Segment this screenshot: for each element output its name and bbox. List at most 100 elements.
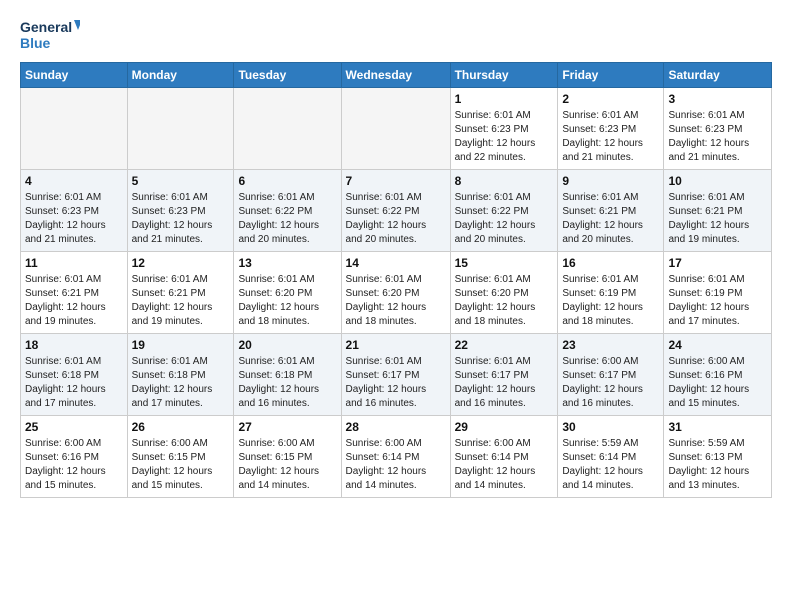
cell-info-text: Sunrise: 6:01 AM Sunset: 6:23 PM Dayligh… (132, 191, 230, 247)
cell-2-4: 15 Sunrise: 6:01 AM Sunset: 6:20 PM Dayli… (450, 252, 558, 334)
cell-date-number: 3 (668, 91, 767, 107)
cell-date-number: 26 (132, 419, 230, 435)
cell-date-number: 5 (132, 173, 230, 189)
cell-info-text: Sunrise: 6:01 AM Sunset: 6:20 PM Dayligh… (455, 273, 554, 329)
cell-date-number: 2 (562, 91, 659, 107)
cell-info-text: Sunrise: 6:00 AM Sunset: 6:16 PM Dayligh… (25, 437, 123, 493)
header-monday: Monday (127, 63, 234, 88)
logo-svg: General Blue (20, 16, 80, 54)
cell-0-1 (127, 88, 234, 170)
header-friday: Friday (558, 63, 664, 88)
cell-2-1: 12 Sunrise: 6:01 AM Sunset: 6:21 PM Dayli… (127, 252, 234, 334)
cell-info-text: Sunrise: 6:01 AM Sunset: 6:19 PM Dayligh… (668, 273, 767, 329)
cell-info-text: Sunrise: 5:59 AM Sunset: 6:13 PM Dayligh… (668, 437, 767, 493)
cell-info-text: Sunrise: 6:01 AM Sunset: 6:23 PM Dayligh… (562, 109, 659, 165)
cell-4-3: 28 Sunrise: 6:00 AM Sunset: 6:14 PM Dayli… (341, 416, 450, 498)
cell-1-0: 4Sunrise: 6:01 AM Sunset: 6:23 PM Daylig… (21, 170, 128, 252)
svg-text:General: General (20, 19, 72, 35)
cell-4-2: 27 Sunrise: 6:00 AM Sunset: 6:15 PM Dayli… (234, 416, 341, 498)
cell-info-text: Sunrise: 6:01 AM Sunset: 6:22 PM Dayligh… (455, 191, 554, 247)
cell-info-text: Sunrise: 6:01 AM Sunset: 6:20 PM Dayligh… (346, 273, 446, 329)
cell-info-text: Sunrise: 6:01 AM Sunset: 6:21 PM Dayligh… (668, 191, 767, 247)
cell-info-text: Sunrise: 6:00 AM Sunset: 6:15 PM Dayligh… (238, 437, 336, 493)
cell-1-6: 10 Sunrise: 6:01 AM Sunset: 6:21 PM Dayli… (664, 170, 772, 252)
cell-3-0: 18 Sunrise: 6:01 AM Sunset: 6:18 PM Dayli… (21, 334, 128, 416)
cell-date-number: 20 (238, 337, 336, 353)
cell-3-5: 23 Sunrise: 6:00 AM Sunset: 6:17 PM Dayli… (558, 334, 664, 416)
cell-date-number: 9 (562, 173, 659, 189)
cell-date-number: 10 (668, 173, 767, 189)
cell-info-text: Sunrise: 6:00 AM Sunset: 6:15 PM Dayligh… (132, 437, 230, 493)
cell-date-number: 11 (25, 255, 123, 271)
cell-info-text: Sunrise: 6:01 AM Sunset: 6:17 PM Dayligh… (455, 355, 554, 411)
cell-date-number: 18 (25, 337, 123, 353)
cell-info-text: Sunrise: 6:00 AM Sunset: 6:16 PM Dayligh… (668, 355, 767, 411)
calendar-header-row: SundayMondayTuesdayWednesdayThursdayFrid… (21, 63, 772, 88)
cell-2-2: 13 Sunrise: 6:01 AM Sunset: 6:20 PM Dayli… (234, 252, 341, 334)
cell-info-text: Sunrise: 6:01 AM Sunset: 6:23 PM Dayligh… (668, 109, 767, 165)
cell-1-4: 8 Sunrise: 6:01 AM Sunset: 6:22 PM Daylig… (450, 170, 558, 252)
cell-3-4: 22 Sunrise: 6:01 AM Sunset: 6:17 PM Dayli… (450, 334, 558, 416)
cell-date-number: 27 (238, 419, 336, 435)
cell-date-number: 17 (668, 255, 767, 271)
cell-date-number: 30 (562, 419, 659, 435)
week-row-1: 1 Sunrise: 6:01 AM Sunset: 6:23 PM Daylig… (21, 88, 772, 170)
logo: General Blue (20, 16, 80, 54)
cell-info-text: Sunrise: 6:01 AM Sunset: 6:20 PM Dayligh… (238, 273, 336, 329)
cell-date-number: 1 (455, 91, 554, 107)
cell-date-number: 23 (562, 337, 659, 353)
cell-date-number: 12 (132, 255, 230, 271)
cell-info-text: Sunrise: 6:01 AM Sunset: 6:21 PM Dayligh… (132, 273, 230, 329)
cell-1-1: 5 Sunrise: 6:01 AM Sunset: 6:23 PM Daylig… (127, 170, 234, 252)
calendar-table: SundayMondayTuesdayWednesdayThursdayFrid… (20, 62, 772, 498)
cell-1-3: 7Sunrise: 6:01 AM Sunset: 6:22 PM Daylig… (341, 170, 450, 252)
cell-0-3 (341, 88, 450, 170)
cell-date-number: 24 (668, 337, 767, 353)
cell-date-number: 25 (25, 419, 123, 435)
cell-2-6: 17 Sunrise: 6:01 AM Sunset: 6:19 PM Dayli… (664, 252, 772, 334)
cell-info-text: Sunrise: 6:00 AM Sunset: 6:14 PM Dayligh… (455, 437, 554, 493)
cell-1-5: 9 Sunrise: 6:01 AM Sunset: 6:21 PM Daylig… (558, 170, 664, 252)
cell-date-number: 22 (455, 337, 554, 353)
cell-date-number: 28 (346, 419, 446, 435)
week-row-4: 18 Sunrise: 6:01 AM Sunset: 6:18 PM Dayli… (21, 334, 772, 416)
cell-date-number: 16 (562, 255, 659, 271)
header-tuesday: Tuesday (234, 63, 341, 88)
cell-4-4: 29Sunrise: 6:00 AM Sunset: 6:14 PM Dayli… (450, 416, 558, 498)
cell-date-number: 21 (346, 337, 446, 353)
cell-4-6: 31Sunrise: 5:59 AM Sunset: 6:13 PM Dayli… (664, 416, 772, 498)
cell-3-1: 19Sunrise: 6:01 AM Sunset: 6:18 PM Dayli… (127, 334, 234, 416)
cell-date-number: 15 (455, 255, 554, 271)
cell-date-number: 14 (346, 255, 446, 271)
cell-info-text: Sunrise: 6:01 AM Sunset: 6:21 PM Dayligh… (25, 273, 123, 329)
header-sunday: Sunday (21, 63, 128, 88)
page: General Blue SundayMondayTuesdayWednesda… (0, 0, 792, 612)
cell-0-6: 3 Sunrise: 6:01 AM Sunset: 6:23 PM Daylig… (664, 88, 772, 170)
cell-info-text: Sunrise: 5:59 AM Sunset: 6:14 PM Dayligh… (562, 437, 659, 493)
cell-4-0: 25 Sunrise: 6:00 AM Sunset: 6:16 PM Dayli… (21, 416, 128, 498)
svg-text:Blue: Blue (20, 35, 51, 51)
week-row-5: 25 Sunrise: 6:00 AM Sunset: 6:16 PM Dayli… (21, 416, 772, 498)
cell-0-4: 1Sunrise: 6:01 AM Sunset: 6:23 PM Daylig… (450, 88, 558, 170)
cell-2-0: 11 Sunrise: 6:01 AM Sunset: 6:21 PM Dayli… (21, 252, 128, 334)
cell-3-2: 20Sunrise: 6:01 AM Sunset: 6:18 PM Dayli… (234, 334, 341, 416)
header-wednesday: Wednesday (341, 63, 450, 88)
cell-date-number: 7 (346, 173, 446, 189)
cell-info-text: Sunrise: 6:01 AM Sunset: 6:18 PM Dayligh… (25, 355, 123, 411)
cell-info-text: Sunrise: 6:01 AM Sunset: 6:18 PM Dayligh… (132, 355, 230, 411)
cell-info-text: Sunrise: 6:01 AM Sunset: 6:23 PM Dayligh… (25, 191, 123, 247)
cell-info-text: Sunrise: 6:00 AM Sunset: 6:14 PM Dayligh… (346, 437, 446, 493)
cell-date-number: 13 (238, 255, 336, 271)
header-saturday: Saturday (664, 63, 772, 88)
cell-info-text: Sunrise: 6:01 AM Sunset: 6:19 PM Dayligh… (562, 273, 659, 329)
cell-4-1: 26 Sunrise: 6:00 AM Sunset: 6:15 PM Dayli… (127, 416, 234, 498)
cell-date-number: 8 (455, 173, 554, 189)
cell-4-5: 30 Sunrise: 5:59 AM Sunset: 6:14 PM Dayli… (558, 416, 664, 498)
cell-3-6: 24 Sunrise: 6:00 AM Sunset: 6:16 PM Dayli… (664, 334, 772, 416)
cell-info-text: Sunrise: 6:00 AM Sunset: 6:17 PM Dayligh… (562, 355, 659, 411)
cell-0-5: 2 Sunrise: 6:01 AM Sunset: 6:23 PM Daylig… (558, 88, 664, 170)
week-row-2: 4Sunrise: 6:01 AM Sunset: 6:23 PM Daylig… (21, 170, 772, 252)
cell-info-text: Sunrise: 6:01 AM Sunset: 6:21 PM Dayligh… (562, 191, 659, 247)
cell-1-2: 6Sunrise: 6:01 AM Sunset: 6:22 PM Daylig… (234, 170, 341, 252)
cell-info-text: Sunrise: 6:01 AM Sunset: 6:22 PM Dayligh… (238, 191, 336, 247)
